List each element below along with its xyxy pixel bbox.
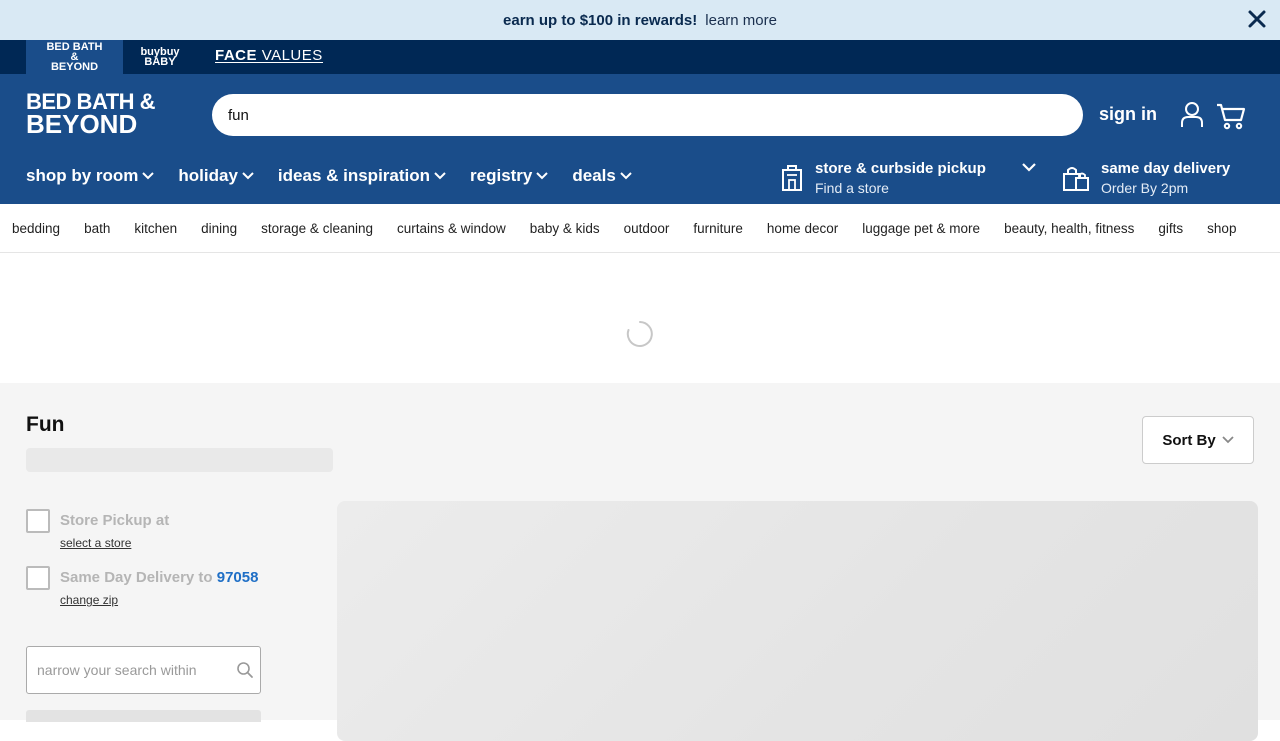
store-pickup-label: Store Pickup at [60,512,170,529]
change-zip-link[interactable]: change zip [60,593,118,607]
chevron-down-icon [242,172,254,180]
brand-tab-line2: BEYOND [50,61,99,73]
same-day-label-text: Same Day Delivery to [60,569,213,586]
chevron-down-icon [1022,163,1036,172]
site-logo[interactable]: BED BATH & BEYOND [26,90,180,140]
narrow-search-input[interactable] [27,647,222,693]
brand-tab-line1: BED BATH & [46,41,103,63]
site-header: BED BATH & BEYOND sign in shop by room h… [0,74,1280,204]
find-store-link[interactable]: Find a store [815,180,889,196]
close-icon[interactable] [1246,8,1268,30]
shopping-bag-icon [1063,167,1089,191]
filter-skeleton [26,710,261,722]
nav-label: ideas & inspiration [277,166,431,185]
cart-icon[interactable] [1216,102,1246,130]
brand-switcher: BED BATH & BEYOND buybuy BABY FACE VALUES [0,40,1280,74]
same-day-label: Same Day Delivery to 97058 [60,569,258,586]
category-link[interactable]: shop [1207,221,1236,236]
main-nav: shop by room holiday ideas & inspiration… [26,166,656,186]
category-link[interactable]: kitchen [134,221,177,236]
chevron-down-icon [142,172,155,180]
promo-banner: earn up to $100 in rewards! learn more [0,0,1280,40]
narrow-search-box [26,646,261,694]
result-count-skeleton [26,448,333,472]
nav-label: holiday [178,166,238,185]
promo-headline: earn up to $100 in rewards! [503,11,698,29]
category-bar: bedding bath kitchen dining storage & cl… [0,204,1280,253]
account-icon[interactable] [1180,101,1204,129]
chevron-down-icon [434,172,446,180]
store-icon [782,165,802,191]
category-link[interactable]: storage & cleaning [261,221,373,236]
brand-tab-line2: VALUES [261,47,323,64]
category-link[interactable]: luggage pet & more [862,221,980,236]
logo-line2: BEYOND [26,109,138,139]
category-link[interactable]: gifts [1158,221,1183,236]
category-link[interactable]: baby & kids [530,221,600,236]
brand-tab-line2: BABY [144,56,176,68]
nav-deals[interactable]: deals [572,166,632,186]
chevron-down-icon [1222,436,1234,444]
results-area: Fun Sort By Store Pickup at select a sto… [0,383,1280,741]
search-icon[interactable] [236,661,254,679]
brand-tab-buybuy-baby[interactable]: buybuy BABY [123,40,197,74]
category-link[interactable]: dining [201,221,237,236]
brand-tab-face-values[interactable]: FACE VALUES [197,40,341,74]
store-pickup-selector[interactable]: store & curbside pickup Find a store [780,158,1040,198]
nav-shop-by-room[interactable]: shop by room [26,166,155,186]
brand-tab-line1: FACE [215,47,258,64]
product-grid-skeleton [337,501,1258,741]
page-title: Fun [26,413,65,436]
loading-spinner-icon [626,321,653,347]
brand-tab-bed-bath-beyond[interactable]: BED BATH & BEYOND [26,40,123,74]
chevron-down-icon [620,172,632,180]
category-link[interactable]: beauty, health, fitness [1004,221,1134,236]
category-link[interactable]: outdoor [624,221,670,236]
category-link[interactable]: bath [84,221,110,236]
sort-by-label: Sort By [1162,431,1216,449]
same-day-subtitle: Order By 2pm [1101,180,1189,196]
category-link[interactable]: curtains & window [397,221,506,236]
store-pickup-title: store & curbside pickup [815,160,986,177]
sort-by-dropdown[interactable]: Sort By [1142,416,1254,464]
nav-holiday[interactable]: holiday [178,166,254,186]
category-link[interactable]: furniture [693,221,743,236]
nav-registry[interactable]: registry [470,166,549,186]
same-day-checkbox[interactable] [26,566,50,590]
promo-learn-more-link[interactable]: learn more [705,12,777,29]
sign-in-link[interactable]: sign in [1099,104,1157,125]
select-store-link[interactable]: select a store [60,536,131,550]
nav-ideas-inspiration[interactable]: ideas & inspiration [278,166,446,186]
category-link[interactable]: bedding [12,221,60,236]
nav-label: registry [470,166,533,185]
loading-area [0,253,1280,383]
same-day-title: same day delivery [1101,160,1231,177]
category-link[interactable]: home decor [767,221,838,236]
store-pickup-checkbox[interactable] [26,509,50,533]
nav-label: shop by room [26,166,139,185]
chevron-down-icon [536,172,549,180]
zip-code-link[interactable]: 97058 [217,569,259,586]
search-input[interactable] [212,94,1083,136]
same-day-delivery-selector[interactable]: same day delivery Order By 2pm [1062,158,1272,198]
nav-label: deals [572,166,616,185]
